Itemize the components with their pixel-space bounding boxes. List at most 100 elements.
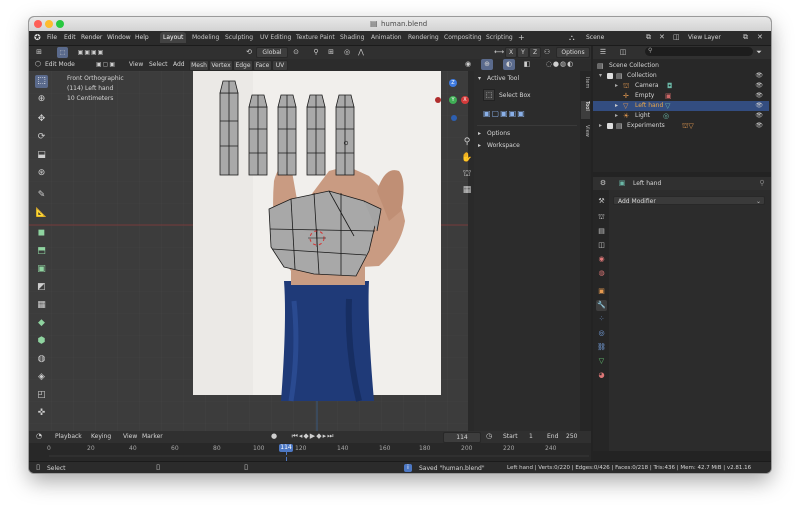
zoom-window-button[interactable] (56, 20, 64, 28)
gizmo-neg-x-axis[interactable] (435, 97, 441, 103)
timeline-body[interactable]: 0 20 40 60 80 100 120 140 160 180 200 22… (29, 443, 591, 461)
checkbox-icon[interactable] (607, 73, 613, 79)
menu-help[interactable]: Help (135, 34, 149, 41)
menu-add[interactable]: Add (173, 61, 185, 68)
3d-viewport[interactable]: Front Orthographic (114) Left hand 10 Ce… (29, 71, 591, 431)
pan-view-icon[interactable]: ✋ (461, 153, 473, 164)
menu-window[interactable]: Window (107, 34, 131, 41)
tool-rip-icon[interactable]: ✜ (35, 407, 48, 420)
tool-smooth-icon[interactable]: ◈ (35, 371, 48, 384)
close-window-button[interactable] (34, 20, 42, 28)
expand-icon[interactable]: ▸ (615, 101, 618, 111)
tab-modeling[interactable]: Modeling (189, 32, 222, 43)
tool-transform-icon[interactable]: ⊛ (35, 167, 48, 180)
tool-scale-icon[interactable]: ⬓ (35, 149, 48, 162)
playback-controls-icons[interactable]: ⏮◂◆▶◆▸⏭ (283, 431, 343, 442)
tab-animation[interactable]: Animation (368, 32, 405, 43)
record-icon[interactable]: ● (269, 431, 279, 442)
remove-scene-icon[interactable]: ✕ (659, 33, 665, 41)
select-box-tool-icon[interactable]: ⬚ (483, 89, 495, 101)
view-layer-tab-icon[interactable]: ◫ (596, 240, 607, 251)
pin-icon[interactable]: ⚲ (757, 178, 767, 189)
eye-icon[interactable]: 👁 (755, 111, 763, 121)
current-frame-field[interactable]: 114 (443, 432, 481, 443)
xray-toggle-icon[interactable]: ◧ (521, 59, 533, 70)
tool-bevel-icon[interactable]: ◩ (35, 281, 48, 294)
tab-scripting[interactable]: Scripting (483, 32, 516, 43)
view-object-types-icon[interactable]: ◉ (462, 59, 474, 70)
timeline-editor-icon[interactable]: ◔ (33, 431, 45, 442)
perspective-toggle-icon[interactable]: ▦ (461, 185, 473, 196)
minimize-window-button[interactable] (45, 20, 53, 28)
sidebar-tab-tool[interactable]: Tool (581, 101, 590, 119)
display-mode-icon[interactable]: ◫ (615, 47, 631, 58)
menu-face[interactable]: Face (253, 60, 272, 71)
tool-spin-icon[interactable]: ◍ (35, 353, 48, 366)
editor-type-icon[interactable]: ⊞ (33, 47, 45, 58)
menu-mesh[interactable]: Mesh (189, 60, 209, 71)
object-data-tab-icon[interactable]: ▽ (596, 356, 607, 367)
gizmo-z-axis[interactable]: Z (449, 79, 457, 87)
tab-shading[interactable]: Shading (337, 32, 367, 43)
outliner-row-collection[interactable]: ▾ ▤ Collection 👁 (593, 71, 769, 81)
tab-uv-editing[interactable]: UV Editing (257, 32, 294, 43)
blender-logo-icon[interactable]: ✪ (34, 33, 41, 42)
tool-shrink-icon[interactable]: ◰ (35, 389, 48, 402)
preview-range-icon[interactable]: ◷ (484, 431, 494, 442)
menu-file[interactable]: File (47, 34, 57, 41)
constraints-tab-icon[interactable]: ⛓ (596, 342, 607, 353)
tool-cursor-icon[interactable]: ⊕ (35, 93, 48, 106)
filter-icon[interactable]: ⏷ (754, 47, 764, 58)
properties-editor-icon[interactable]: ⚙ (597, 178, 609, 189)
tool-poly-build-icon[interactable]: ⬢ (35, 335, 48, 348)
workspace-panel-title[interactable]: Workspace (487, 142, 520, 149)
physics-tab-icon[interactable]: ◎ (596, 328, 607, 339)
mirror-z-toggle[interactable]: Z (529, 47, 541, 58)
menu-vertex[interactable]: Vertex (209, 60, 233, 71)
auto-merge-icon[interactable]: ⚇ (542, 47, 552, 58)
select-mode-buttons[interactable]: ▣▢▣ (91, 59, 121, 70)
scene-name[interactable]: Scene (586, 34, 604, 41)
options-panel-title[interactable]: Options (487, 130, 510, 137)
expand-icon[interactable]: ▸ (599, 121, 602, 131)
outliner-editor-icon[interactable]: ☰ (597, 47, 609, 58)
gizmo-x-axis[interactable]: X (461, 96, 469, 104)
mirror-x-toggle[interactable]: X (505, 47, 517, 58)
gizmo-y-axis[interactable]: Y (449, 96, 457, 104)
menu-timeline-view[interactable]: View (123, 433, 137, 440)
menu-uv[interactable]: UV (272, 60, 288, 71)
proportional-editing-icon[interactable]: ◎ (342, 47, 352, 58)
zoom-view-icon[interactable]: ⚲ (461, 137, 473, 148)
eye-icon[interactable]: 👁 (755, 91, 763, 101)
checkbox-icon[interactable] (607, 123, 613, 129)
shading-mode-icons[interactable]: ◌●◍◐ (537, 59, 583, 70)
active-tool-title[interactable]: Active Tool (487, 75, 519, 82)
outliner-row-left-hand[interactable]: ▸ ▽ Left hand ▽ 👁 (593, 101, 769, 111)
output-tab-icon[interactable]: ▤ (596, 226, 607, 237)
selection-mode-icons[interactable]: ▣▢▣▣▣ (483, 109, 527, 119)
tool-inset-icon[interactable]: ▣ (35, 263, 48, 276)
tab-texture-paint[interactable]: Texture Paint (293, 32, 338, 43)
tool-knife-icon[interactable]: ◆ (35, 317, 48, 330)
sidebar-tab-view[interactable]: View (581, 125, 590, 143)
camera-view-icon[interactable]: ⛫ (461, 169, 473, 180)
menu-marker[interactable]: Marker (142, 433, 163, 440)
overlay-toggle-icon[interactable]: ◐ (503, 59, 515, 70)
eye-icon[interactable]: 👁 (755, 71, 763, 81)
add-modifier-dropdown[interactable]: Add Modifier ⌄ (613, 196, 765, 205)
menu-select[interactable]: Select (149, 61, 168, 68)
outliner-row-empty[interactable]: ✛ Empty ▣ 👁 (593, 91, 769, 101)
menu-edge[interactable]: Edge (233, 60, 253, 71)
tab-layout[interactable]: Layout (160, 32, 187, 43)
menu-edit[interactable]: Edit (64, 34, 76, 41)
remove-view-layer-icon[interactable]: ✕ (757, 33, 763, 41)
menu-keying[interactable]: Keying (91, 433, 111, 440)
gizmo-neg-z-axis[interactable] (451, 115, 457, 121)
workspace-expand-icon[interactable]: ▸ (478, 142, 481, 149)
tool-tab-icon[interactable]: ⚒ (596, 196, 607, 207)
tool-extrude-icon[interactable]: ⬒ (35, 245, 48, 258)
snap-icon[interactable]: ⚲ (311, 47, 321, 58)
scene-tab-icon[interactable]: ◉ (596, 254, 607, 265)
sidebar-tab-item[interactable]: Item (581, 77, 590, 95)
menu-render[interactable]: Render (81, 34, 102, 41)
